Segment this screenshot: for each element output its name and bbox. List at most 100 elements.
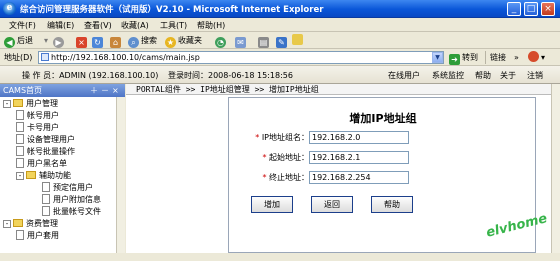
tree-item-device-users[interactable]: 设备管理用户 bbox=[16, 134, 75, 145]
tree-item-prepaid-users[interactable]: 预定信用户 bbox=[42, 182, 93, 193]
favorites-label: 收藏夹 bbox=[178, 36, 202, 45]
tree-item-label: 用户附加信息 bbox=[53, 195, 101, 204]
collapse-icon[interactable]: - bbox=[3, 220, 11, 228]
expand-all-icon[interactable]: ＋ bbox=[90, 84, 98, 97]
maximize-button[interactable]: □ bbox=[524, 2, 538, 16]
address-url: http://192.168.100.10/cams/main.jsp bbox=[51, 53, 200, 62]
tree-item-label: 预定信用户 bbox=[53, 183, 93, 192]
extra-toolbar-button[interactable]: ▾ bbox=[528, 51, 545, 64]
address-bar: 地址(D) http://192.168.100.10/cams/main.js… bbox=[0, 49, 560, 66]
back-form-button[interactable]: 返回 bbox=[311, 196, 353, 213]
history-button[interactable]: ◔ bbox=[215, 34, 228, 48]
collapse-icon[interactable]: - bbox=[16, 172, 24, 180]
page-icon bbox=[41, 53, 49, 61]
tree-item-account-users[interactable]: 帐号用户 bbox=[16, 110, 59, 121]
folder-icon bbox=[26, 171, 36, 179]
links-chevron-icon[interactable]: » bbox=[514, 51, 519, 64]
menu-favorites[interactable]: 收藏(A) bbox=[121, 20, 149, 31]
collapse-all-icon[interactable]: － bbox=[101, 84, 109, 97]
link-system-monitor[interactable]: 系统监控 bbox=[432, 70, 464, 81]
stop-icon: × bbox=[76, 37, 87, 48]
back-arrow-icon: ◀ bbox=[4, 37, 15, 48]
mail-button[interactable]: ✉ bbox=[235, 34, 248, 48]
address-input[interactable]: http://192.168.100.10/cams/main.jsp bbox=[38, 51, 444, 64]
page-icon bbox=[16, 230, 24, 240]
tree-item-tariff-management[interactable]: - 资费管理 bbox=[3, 218, 58, 229]
discuss-icon bbox=[292, 34, 303, 45]
menu-edit[interactable]: 编辑(E) bbox=[47, 20, 74, 31]
address-dropdown[interactable]: ▼ bbox=[432, 52, 443, 63]
tree-item-user-management[interactable]: - 用户管理 bbox=[3, 98, 58, 109]
ip-group-name-input[interactable]: 192.168.2.0 bbox=[309, 131, 409, 144]
sidebar-header-label[interactable]: CAMS首页 bbox=[3, 86, 42, 95]
back-dropdown[interactable]: ▾ bbox=[44, 34, 48, 47]
link-help[interactable]: 帮助 bbox=[475, 70, 491, 81]
tree-item-aux-functions[interactable]: - 辅助功能 bbox=[16, 170, 71, 181]
page-icon bbox=[42, 194, 50, 204]
sidebar-header: CAMS首页 ＋ － × bbox=[0, 84, 125, 97]
go-arrow-icon: ➜ bbox=[449, 54, 460, 65]
end-address-input[interactable]: 192.168.2.254 bbox=[309, 171, 409, 184]
tree-item-label: 辅助功能 bbox=[39, 171, 71, 180]
close-sidebar-icon[interactable]: × bbox=[112, 84, 119, 97]
ie-logo-icon: e bbox=[3, 2, 16, 15]
sidebar-scrollbar[interactable] bbox=[116, 97, 125, 253]
discuss-button[interactable] bbox=[292, 34, 305, 47]
go-label: 转到 bbox=[462, 53, 478, 62]
links-button[interactable]: 链接 bbox=[490, 51, 506, 64]
menu-view[interactable]: 查看(V) bbox=[84, 20, 112, 31]
start-address-input[interactable]: 192.168.2.1 bbox=[309, 151, 409, 164]
cams-header: 操 作 员：ADMIN (192.168.100.10) 登录时间：2008-0… bbox=[0, 66, 560, 84]
minimize-button[interactable]: _ bbox=[507, 2, 521, 16]
tree-item-label: 帐号批量操作 bbox=[27, 147, 75, 156]
favorites-button[interactable]: ★ 收藏夹 bbox=[165, 34, 202, 48]
tree-item-label: 批量帐号文件 bbox=[53, 207, 101, 216]
breadcrumb: PORTAL组件 >> IP地址组管理 >> 增加IP地址组 bbox=[126, 84, 560, 95]
back-button[interactable]: ◀ 后退 bbox=[4, 34, 33, 48]
tree-item-user-extra-info[interactable]: 用户附加信息 bbox=[42, 194, 101, 205]
page-icon bbox=[16, 146, 24, 156]
forward-button[interactable]: ▶ bbox=[53, 34, 66, 48]
link-logout[interactable]: 注销 bbox=[527, 70, 543, 81]
page-icon bbox=[42, 206, 50, 216]
go-button[interactable]: ➜ 转到 bbox=[449, 51, 478, 65]
page-icon bbox=[16, 134, 24, 144]
sidebar: CAMS首页 ＋ － × - 用户管理 帐号用户 卡号用户 设备管理用户 帐号批量… bbox=[0, 84, 125, 253]
tree-item-blacklist[interactable]: 用户黑名单 bbox=[16, 158, 67, 169]
mail-icon: ✉ bbox=[235, 37, 246, 48]
link-about[interactable]: 关于 bbox=[500, 70, 516, 81]
link-online-users[interactable]: 在线用户 bbox=[388, 70, 420, 81]
tree-item-label: 设备管理用户 bbox=[27, 135, 75, 144]
stop-button[interactable]: × bbox=[76, 34, 89, 48]
menu-file[interactable]: 文件(F) bbox=[9, 20, 36, 31]
add-button[interactable]: 增加 bbox=[251, 196, 293, 213]
collapse-icon[interactable]: - bbox=[3, 100, 11, 108]
page-icon bbox=[16, 122, 24, 132]
close-button[interactable]: × bbox=[541, 2, 555, 16]
search-button[interactable]: ⌕ 搜索 bbox=[128, 34, 157, 48]
menu-help[interactable]: 帮助(H) bbox=[197, 20, 225, 31]
tree-item-batch-ops[interactable]: 帐号批量操作 bbox=[16, 146, 75, 157]
operator-info: 操 作 员：ADMIN (192.168.100.10) bbox=[22, 71, 159, 80]
help-button[interactable]: 帮助 bbox=[371, 196, 413, 213]
window-title-bar: e 综合访问管理服务器软件（试用版）V2.10 - Microsoft Inte… bbox=[0, 0, 560, 18]
home-button[interactable]: ⌂ bbox=[110, 34, 123, 48]
tree-item-label: 卡号用户 bbox=[27, 123, 59, 132]
home-icon: ⌂ bbox=[110, 37, 121, 48]
tree-item-batch-file[interactable]: 批量帐号文件 bbox=[42, 206, 101, 217]
tree-item-card-users[interactable]: 卡号用户 bbox=[16, 122, 59, 133]
tree-item-user-plan[interactable]: 用户套用 bbox=[16, 230, 59, 241]
start-address-label: * 起始地址： bbox=[262, 153, 309, 162]
menu-tools[interactable]: 工具(T) bbox=[160, 20, 187, 31]
folder-icon bbox=[13, 219, 23, 227]
toolbar-addon-icon bbox=[528, 51, 539, 62]
search-icon: ⌕ bbox=[128, 37, 139, 48]
back-label: 后退 bbox=[17, 36, 33, 45]
edit-button[interactable]: ✎ bbox=[276, 34, 289, 48]
refresh-icon: ↻ bbox=[92, 37, 103, 48]
page-icon bbox=[16, 158, 24, 168]
print-button[interactable]: ▤ bbox=[258, 34, 271, 48]
field-label-text: 起始地址： bbox=[269, 153, 309, 162]
refresh-button[interactable]: ↻ bbox=[92, 34, 105, 48]
tree-item-label: 用户管理 bbox=[26, 99, 58, 108]
